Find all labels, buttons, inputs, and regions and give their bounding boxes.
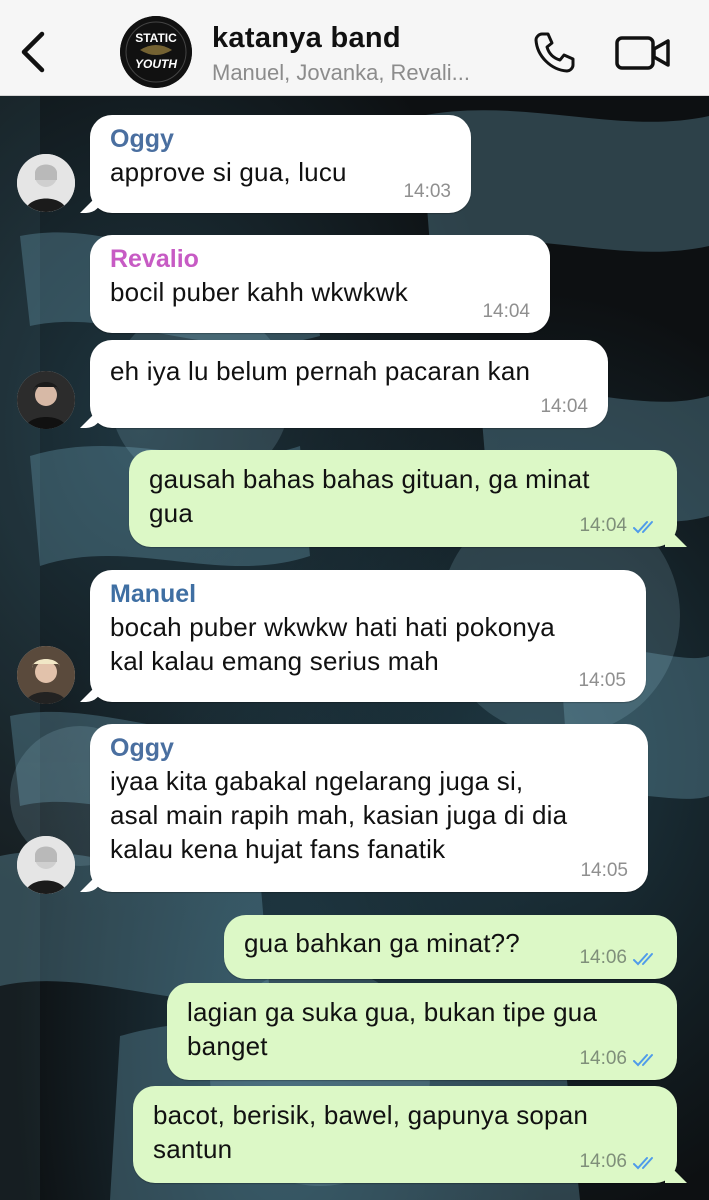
- sender-name[interactable]: Oggy: [110, 732, 628, 764]
- message-time: 14:04: [579, 515, 627, 536]
- svg-text:STATIC: STATIC: [135, 31, 177, 45]
- sender-name[interactable]: Revalio: [110, 243, 530, 275]
- message-time: 14:05: [578, 670, 626, 691]
- message-text: lagian ga suka gua, bukan tipe gua: [187, 997, 598, 1027]
- message-bubble[interactable]: bacot, berisik, bawel, gapunya sopan san…: [133, 1086, 677, 1183]
- avatar-image: [17, 154, 75, 212]
- avatar-oggy[interactable]: [17, 154, 75, 212]
- avatar-oggy[interactable]: [17, 836, 75, 894]
- message-bubble[interactable]: gausah bahas bahas gituan, ga minat gua …: [129, 450, 677, 547]
- message-bubble[interactable]: eh iya lu belum pernah pacaran kan 14:04: [90, 340, 608, 428]
- message-text: gausah bahas bahas gituan, ga minat: [149, 464, 590, 494]
- chat-title[interactable]: katanya band: [212, 22, 401, 55]
- video-camera-icon: [615, 36, 670, 70]
- read-receipt-icon: [633, 1157, 653, 1170]
- message-bubble[interactable]: gua bahkan ga minat?? 14:06: [224, 915, 677, 979]
- read-receipt-icon: [633, 521, 653, 534]
- group-avatar[interactable]: STATIC YOUTH: [120, 16, 192, 88]
- message-bubble[interactable]: Oggy approve si gua, lucu 14:03: [90, 115, 471, 213]
- sender-name[interactable]: Manuel: [110, 578, 626, 610]
- message-text: kalau kena hujat fans fanatik: [110, 834, 446, 864]
- avatar-image: [17, 646, 75, 704]
- avatar-image: [17, 836, 75, 894]
- voice-call-button[interactable]: [530, 28, 578, 76]
- message-time: 14:04: [540, 396, 588, 417]
- svg-text:YOUTH: YOUTH: [135, 57, 177, 71]
- chat-members[interactable]: Manuel, Jovanka, Revali...: [212, 60, 470, 86]
- message-bubble[interactable]: Manuel bocah puber wkwkw hati hati pokon…: [90, 570, 646, 702]
- chat-header: STATIC YOUTH katanya band Manuel, Jovank…: [0, 0, 709, 96]
- message-text: bacot, berisik, bawel, gapunya sopan: [153, 1100, 589, 1130]
- message-text: approve si gua, lucu: [110, 157, 347, 187]
- message-text: kal kalau emang serius mah: [110, 646, 439, 676]
- message-text: bocah puber wkwkw hati hati pokonya: [110, 612, 555, 642]
- static-youth-logo: STATIC YOUTH: [120, 16, 192, 88]
- message-time: 14:06: [579, 1151, 627, 1172]
- message-time: 14:06: [579, 1048, 627, 1069]
- avatar-manuel[interactable]: [17, 646, 75, 704]
- message-text: bocil puber kahh wkwkwk: [110, 277, 408, 307]
- message-bubble[interactable]: Revalio bocil puber kahh wkwkwk 14:04: [90, 235, 550, 333]
- message-text: iyaa kita gabakal ngelarang juga si,: [110, 766, 524, 796]
- message-text: eh iya lu belum pernah pacaran kan: [110, 356, 531, 386]
- read-receipt-icon: [633, 953, 653, 966]
- back-button[interactable]: [14, 28, 54, 76]
- chevron-left-icon: [21, 31, 45, 73]
- message-bubble[interactable]: lagian ga suka gua, bukan tipe gua bange…: [167, 983, 677, 1080]
- avatar-revalio[interactable]: [17, 371, 75, 429]
- sender-name[interactable]: Oggy: [110, 123, 451, 155]
- message-time: 14:06: [579, 947, 627, 968]
- message-time: 14:04: [482, 301, 530, 322]
- read-receipt-icon: [633, 1054, 653, 1067]
- video-call-button[interactable]: [614, 32, 672, 74]
- message-time: 14:05: [580, 860, 628, 881]
- phone-icon: [534, 32, 575, 73]
- avatar-image: [17, 371, 75, 429]
- message-text: asal main rapih mah, kasian juga di dia: [110, 800, 568, 830]
- message-bubble[interactable]: Oggy iyaa kita gabakal ngelarang juga si…: [90, 724, 648, 892]
- chat-messages[interactable]: Oggy approve si gua, lucu 14:03 Revalio …: [0, 96, 709, 1200]
- message-time: 14:03: [403, 181, 451, 202]
